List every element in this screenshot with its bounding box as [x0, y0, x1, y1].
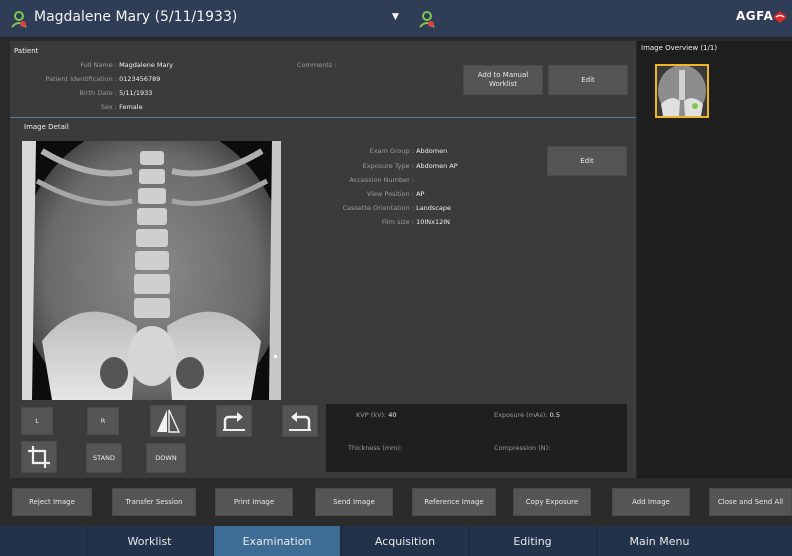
- right-marker-button[interactable]: R: [87, 407, 119, 435]
- crop-icon: [28, 446, 50, 468]
- patient-sex: Sex : Female: [100, 103, 143, 111]
- patient-section-label: Patient: [14, 47, 39, 55]
- image-thumbnail[interactable]: [655, 64, 709, 118]
- kvp-readout: KVP (kV): 40: [356, 411, 397, 419]
- send-image-button[interactable]: Send Image: [315, 488, 393, 516]
- patient-birth-date: Birth Date : 5/11/1933: [79, 89, 153, 97]
- rotate-right-icon: [223, 412, 245, 431]
- agfa-logo-icon: [773, 11, 787, 23]
- reject-image-button[interactable]: Reject Image: [12, 488, 92, 516]
- flip-horizontal-icon: [157, 409, 181, 433]
- copy-exposure-button[interactable]: Copy Exposure: [513, 488, 591, 516]
- exposure-mas-readout: Exposure (mAs): 0.5: [494, 411, 561, 419]
- tab-main-menu[interactable]: Main Menu: [596, 526, 722, 556]
- patient-alert-icon[interactable]: [418, 10, 436, 28]
- compression-readout: Compression (N):: [494, 444, 551, 452]
- xray-thumbnail-image: [657, 66, 707, 116]
- stand-button[interactable]: STAND: [86, 443, 122, 473]
- patient-id: Patient Identification : 0123456789: [45, 75, 161, 83]
- exposure-parameters-panel: KVP (kV): 40 Exposure (mAs): 0.5 Thickne…: [326, 404, 627, 472]
- action-bar: Reject Image Transfer Session Print Imag…: [0, 479, 792, 525]
- thickness-readout: Thickness (mm):: [348, 444, 403, 452]
- exposure-type: Exposure Type : Abdomen AP: [362, 162, 458, 170]
- rotate-left-button[interactable]: [282, 405, 318, 437]
- patient-full-name: Full Name : Magdalene Mary: [80, 61, 174, 69]
- edit-image-detail-button[interactable]: Edit: [547, 146, 627, 176]
- exam-group: Exam Group : Abdomen: [369, 147, 448, 155]
- print-image-button[interactable]: Print Image: [215, 488, 293, 516]
- tab-acquisition[interactable]: Acquisition: [341, 526, 468, 556]
- crop-button[interactable]: [21, 441, 57, 473]
- down-button[interactable]: DOWN: [146, 443, 186, 473]
- close-and-send-all-button[interactable]: Close and Send All: [709, 488, 792, 516]
- agfa-brand: AGFA: [736, 9, 774, 23]
- abdomen-xray-image: [22, 141, 281, 400]
- reference-image-button[interactable]: Reference Image: [412, 488, 496, 516]
- left-marker-button[interactable]: L: [21, 407, 53, 435]
- patient-dropdown-icon[interactable]: ▼: [392, 12, 399, 22]
- image-detail-section-label: Image Detail: [24, 123, 69, 131]
- tab-editing[interactable]: Editing: [469, 526, 595, 556]
- add-to-manual-worklist-button[interactable]: Add to Manual Worklist: [463, 65, 543, 95]
- image-overview-label: Image Overview (1/1): [641, 44, 718, 52]
- rotate-right-button[interactable]: [216, 405, 252, 437]
- tab-examination[interactable]: Examination: [213, 526, 340, 556]
- comments-label: Comments :: [297, 61, 337, 69]
- main-navigation: Worklist Examination Acquisition Editing…: [0, 526, 792, 556]
- image-overview-panel: Image Overview (1/1): [637, 41, 792, 478]
- flip-horizontal-button[interactable]: [150, 405, 186, 437]
- patient-title: Magdalene Mary (5/11/1933): [34, 9, 238, 25]
- accession-number: Accession Number :: [349, 176, 414, 184]
- section-divider: [10, 117, 636, 118]
- patient-icon: [11, 11, 27, 28]
- cassette-orientation: Cassette Orientation : Landscape: [342, 204, 451, 212]
- transfer-session-button[interactable]: Transfer Session: [112, 488, 196, 516]
- view-position: View Position : AP: [366, 190, 425, 198]
- add-image-button[interactable]: Add Image: [612, 488, 690, 516]
- rotate-left-icon: [289, 412, 311, 431]
- xray-image-viewer[interactable]: [22, 141, 281, 400]
- edit-patient-button[interactable]: Edit: [548, 65, 628, 95]
- title-bar: Magdalene Mary (5/11/1933) ▼ AGFA: [0, 0, 792, 38]
- tab-worklist[interactable]: Worklist: [86, 526, 212, 556]
- film-size: Film size : 10INx12IN: [381, 218, 451, 226]
